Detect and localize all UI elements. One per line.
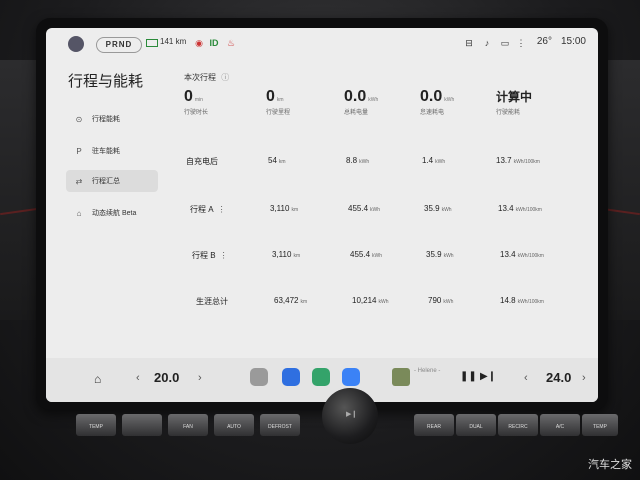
- row-energy: 10,214 kWh: [352, 296, 389, 305]
- row-idle: 1.4 kWh: [422, 156, 446, 165]
- sidebar-item-label: 动态续航 Beta: [92, 210, 137, 217]
- volume-knob[interactable]: ▶❙: [322, 388, 378, 444]
- battery-icon: [146, 39, 158, 47]
- sidebar: 行程与能耗 ⊙ 行程能耗 P 驻车能耗 ⇄ 行程汇总 ⌂ 动态续航 Beta: [46, 64, 161, 364]
- row-name: 自充电后: [186, 157, 218, 166]
- table-row: 自充电后 54 km 8.8 kWh 1.4 kWh 13.7 kWh/100km: [176, 156, 596, 176]
- row-idle: 35.9 kWh: [424, 204, 452, 213]
- hw-button-dual[interactable]: DUAL: [456, 414, 496, 436]
- metric-total-energy: 0.0 kWh 总耗电量: [344, 88, 379, 116]
- row-energy: 455.4 kWh: [348, 204, 381, 213]
- sidebar-item-label: 行程能耗: [92, 116, 120, 123]
- row-idle: 790 kWh: [428, 296, 454, 305]
- sidebar-item-parking-energy[interactable]: P 驻车能耗: [66, 140, 158, 162]
- left-temp-up-button[interactable]: ›: [198, 372, 202, 384]
- hw-button-rear[interactable]: REAR: [414, 414, 454, 436]
- row-distance: 3,110 km: [272, 250, 301, 259]
- metric-idle-energy: 0.0 kWh 怠速耗电: [420, 88, 455, 116]
- outside-temperature: 26°: [536, 36, 552, 47]
- sidebar-item-label: 驻车能耗: [92, 148, 120, 155]
- hw-button-seat[interactable]: [122, 414, 162, 436]
- camera-alert-icon[interactable]: ◉: [194, 38, 204, 48]
- hw-button-recirc[interactable]: RECIRC: [498, 414, 538, 436]
- bottom-dock: ⌂ ‹ 20.0 › - Helene - ❚❚ ▶❙ ‹ 24.0 ›: [46, 358, 598, 402]
- warning-icon[interactable]: ♨: [226, 38, 236, 48]
- app-grid-icon[interactable]: [342, 368, 360, 386]
- hw-button-fan[interactable]: FAN: [168, 414, 208, 436]
- dynamic-range-icon: ⌂: [76, 208, 82, 218]
- lock-icon[interactable]: ⊟: [464, 38, 474, 48]
- sidebar-item-dynamic-range[interactable]: ⌂ 动态续航 Beta: [66, 202, 158, 224]
- row-name: 行程 B ⋮: [192, 251, 228, 260]
- row-consumption: 13.4 kWh/100km: [500, 250, 544, 259]
- more-options-icon[interactable]: ⋮: [220, 251, 228, 260]
- hw-button-temp-right[interactable]: TEMP: [582, 414, 618, 436]
- parking-icon: P: [76, 146, 82, 156]
- next-track-button[interactable]: ▶❙: [480, 371, 496, 382]
- row-distance: 3,110 km: [270, 204, 299, 213]
- left-temp-down-button[interactable]: ‹: [136, 372, 140, 384]
- target-icon: ⊙: [75, 114, 83, 124]
- home-icon[interactable]: ⌂: [94, 372, 101, 386]
- pause-button[interactable]: ❚❚: [460, 371, 477, 382]
- hw-button-auto[interactable]: AUTO: [214, 414, 254, 436]
- avatar[interactable]: [68, 36, 84, 52]
- sidebar-item-trip-summary[interactable]: ⇄ 行程汇总: [66, 170, 158, 192]
- media-title: - Helene -: [414, 368, 441, 374]
- row-consumption: 14.8 kWh/100km: [500, 296, 544, 305]
- trip-panel: 本次行程 ⓘ 0 min 行驶时长 0 km 行驶里程 0.0 kWh 总耗电量 0.…: [176, 64, 596, 364]
- infotainment-screen: PRND 141 km ◉ ID ♨ ⊟ ♪ ▭ ⋮ 26° 15:00 行程与…: [46, 28, 598, 402]
- hw-button-ac[interactable]: A/C: [540, 414, 580, 436]
- clock: 15:00: [560, 36, 586, 47]
- play-pause-icon: ▶❙: [346, 411, 358, 418]
- watermark: 汽车之家: [588, 459, 632, 471]
- row-distance: 63,472 km: [274, 296, 308, 305]
- metric-consumption: 计算中 行驶能耗: [496, 90, 533, 116]
- table-row[interactable]: 行程 B ⋮ 3,110 km 455.4 kWh 35.9 kWh 13.4 kWh/1…: [176, 250, 596, 270]
- id-badge[interactable]: ID: [209, 38, 219, 48]
- section-title: 本次行程 ⓘ: [184, 73, 230, 82]
- sidebar-item-trip-energy[interactable]: ⊙ 行程能耗: [66, 108, 158, 130]
- right-temp-setpoint: 24.0: [546, 370, 572, 385]
- right-temp-down-button[interactable]: ‹: [524, 372, 528, 384]
- table-row: 生涯总计 63,472 km 10,214 kWh 790 kWh 14.8 kWh/1…: [176, 296, 596, 316]
- status-bar: PRND 141 km ◉ ID ♨ ⊟ ♪ ▭ ⋮ 26° 15:00: [46, 28, 598, 58]
- signal-icon: ⋮: [516, 38, 526, 48]
- row-consumption: 13.7 kWh/100km: [496, 156, 540, 165]
- hw-button-defrost[interactable]: DEFROST: [260, 414, 300, 436]
- sidebar-item-label: 行程汇总: [92, 178, 120, 185]
- microphone-icon[interactable]: ♪: [482, 38, 492, 48]
- more-options-icon[interactable]: ⋮: [218, 205, 226, 214]
- row-name: 行程 A ⋮: [190, 205, 226, 214]
- hw-button-temp[interactable]: TEMP: [76, 414, 116, 436]
- table-row[interactable]: 行程 A ⋮ 3,110 km 455.4 kWh 35.9 kWh 13.4 kWh/1…: [176, 204, 596, 224]
- row-distance: 54 km: [268, 156, 286, 165]
- metric-duration: 0 min 行驶时长: [184, 88, 209, 116]
- metric-distance: 0 km 行驶里程: [266, 88, 291, 116]
- row-energy: 8.8 kWh: [346, 156, 370, 165]
- range-readout: 141 km: [160, 37, 187, 46]
- dashboard-left: [0, 60, 40, 320]
- maps-icon[interactable]: [312, 368, 330, 386]
- left-temp-setpoint: 20.0: [154, 370, 180, 385]
- dashcam-icon[interactable]: ▭: [500, 38, 510, 48]
- info-icon[interactable]: ⓘ: [221, 73, 229, 82]
- swap-icon: ⇄: [75, 176, 83, 186]
- row-consumption: 13.4 kWh/100km: [498, 204, 542, 213]
- right-temp-up-button[interactable]: ›: [582, 372, 586, 384]
- steering-wheel-icon[interactable]: [250, 368, 268, 386]
- video-call-icon[interactable]: [282, 368, 300, 386]
- row-name: 生涯总计: [196, 297, 228, 306]
- page-title: 行程与能耗: [68, 73, 144, 90]
- row-energy: 455.4 kWh: [350, 250, 383, 259]
- gear-indicator: PRND: [96, 37, 142, 53]
- album-art[interactable]: [392, 368, 410, 386]
- row-idle: 35.9 kWh: [426, 250, 454, 259]
